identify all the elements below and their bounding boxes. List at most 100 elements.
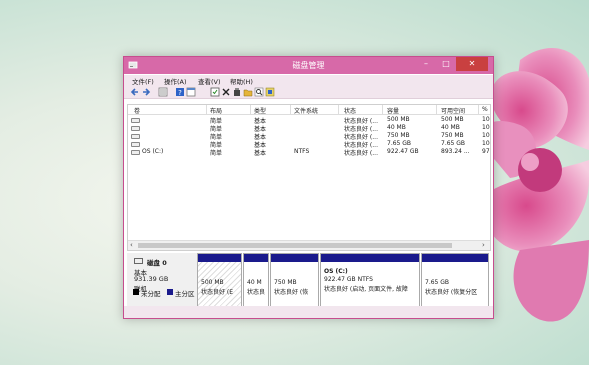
cell-free-space: 40 MB — [441, 124, 460, 131]
column-separator[interactable] — [436, 105, 437, 114]
cell-capacity: 40 MB — [387, 124, 406, 131]
table-row[interactable]: OS (C:) 简单 基本 NTFS 状态良好 (... 922.47 GB 8… — [128, 148, 490, 157]
legend-label-primary: 主分区 — [175, 290, 195, 298]
cell-status: 状态良好 (... — [344, 150, 378, 157]
cell-layout: 简单 — [210, 150, 223, 157]
column-separator[interactable] — [290, 105, 291, 114]
forward-icon[interactable] — [141, 87, 151, 97]
partition-bar — [422, 254, 488, 262]
hard-disk-icon — [134, 258, 143, 264]
column-header-capacity[interactable]: 容量 — [387, 106, 399, 115]
partition-5[interactable]: 7.65 GB 状态良好 (恢复分区 — [421, 253, 489, 313]
partition-size: 500 MB — [201, 279, 224, 286]
volume-icon — [131, 150, 140, 155]
table-row[interactable]: 简单 基本 状态良好 (... 750 MB 750 MB 10 — [128, 132, 490, 141]
new-volume-icon[interactable] — [232, 87, 242, 97]
cell-free-space: 893.24 ... — [441, 148, 470, 155]
help-icon[interactable]: ? — [175, 87, 185, 97]
table-row[interactable]: 简单 基本 状态良好 (... 500 MB 500 MB 10 — [128, 116, 490, 125]
menu-view[interactable]: 查看(V) — [198, 76, 221, 86]
partition-bar — [244, 254, 268, 262]
column-separator[interactable] — [478, 105, 479, 114]
cell-capacity: 750 MB — [387, 132, 410, 139]
back-icon[interactable] — [130, 87, 140, 97]
menu-file[interactable]: 文件(F) — [132, 76, 154, 86]
cell-capacity: 7.65 GB — [387, 140, 412, 147]
volume-icon — [131, 142, 140, 147]
menu-action[interactable]: 操作(A) — [164, 76, 187, 86]
column-header-layout[interactable]: 布局 — [210, 106, 222, 115]
column-header-free-space[interactable]: 可用空间 — [441, 106, 465, 115]
minimize-button[interactable]: – — [416, 57, 436, 71]
open-icon[interactable] — [243, 87, 253, 97]
partition-bar — [321, 254, 419, 262]
partition-size: 7.65 GB — [425, 279, 450, 286]
toolbar: ? — [124, 86, 493, 99]
menu-help[interactable]: 帮助(H) — [230, 76, 253, 86]
partition-size: 750 MB — [274, 279, 297, 286]
cell-capacity: 922.47 GB — [387, 148, 419, 155]
cell-percent: 10 — [482, 124, 490, 131]
title-bar[interactable]: 磁盘管理 – □ ✕ — [124, 57, 493, 74]
cell-percent: 10 — [482, 116, 490, 123]
console-icon[interactable] — [186, 87, 196, 97]
column-header-status[interactable]: 状态 — [344, 106, 356, 115]
cell-volume: OS (C:) — [142, 148, 164, 155]
partition-size: 922.47 GB NTFS — [324, 276, 373, 283]
partition-size: 40 M — [247, 279, 262, 286]
legend: 未分配 主分区 — [127, 287, 489, 298]
search-icon[interactable] — [254, 87, 264, 97]
horizontal-scrollbar[interactable]: ‹ › — [128, 240, 490, 250]
volume-icon — [131, 118, 140, 123]
maximize-button[interactable]: □ — [436, 57, 456, 71]
cell-free-space: 7.65 GB — [441, 140, 466, 147]
status-bar — [124, 306, 493, 318]
column-header-volume[interactable]: 卷 — [134, 106, 140, 115]
volume-icon — [131, 134, 140, 139]
volume-icon — [131, 126, 140, 131]
svg-text:?: ? — [178, 89, 182, 97]
cell-percent: 10 — [482, 132, 490, 139]
column-separator[interactable] — [382, 105, 383, 114]
column-separator[interactable] — [206, 105, 207, 114]
partition-os-c[interactable]: OS (C:) 922.47 GB NTFS 状态良好 (启动, 页面文件, 故… — [320, 253, 420, 313]
disk-0-info[interactable]: 磁盘 0 基本 931.39 GB 联机 — [127, 253, 198, 313]
scroll-left-arrow[interactable]: ‹ — [130, 241, 133, 249]
partition-bar — [271, 254, 318, 262]
scroll-right-arrow[interactable]: › — [482, 241, 485, 249]
partition-2[interactable]: 40 M 状态良 — [243, 253, 269, 313]
delete-icon[interactable] — [221, 87, 231, 97]
disk-graphical-view: 磁盘 0 基本 931.39 GB 联机 500 MB 状态良好 (E 40 M… — [127, 253, 489, 313]
column-separator[interactable] — [250, 105, 251, 114]
table-row[interactable]: 简单 基本 状态良好 (... 7.65 GB 7.65 GB 10 — [128, 140, 490, 149]
menu-bar: 文件(F) 操作(A) 查看(V) 帮助(H) — [124, 75, 493, 86]
partition-1[interactable]: 500 MB 状态良好 (E — [197, 253, 242, 313]
cell-percent: 97 — [482, 148, 490, 155]
cell-percent: 10 — [482, 140, 490, 147]
column-header-type[interactable]: 类型 — [254, 106, 266, 115]
column-separator[interactable] — [338, 105, 339, 114]
table-header: 卷 布局 类型 文件系统 状态 容量 可用空间 % — [128, 105, 490, 115]
column-header-filesystem[interactable]: 文件系统 — [294, 106, 318, 115]
partition-title: OS (C:) — [324, 268, 348, 275]
cell-filesystem: NTFS — [294, 148, 310, 155]
partition-bar — [198, 254, 241, 262]
scroll-thumb[interactable] — [138, 243, 452, 248]
properties-icon[interactable] — [210, 87, 220, 97]
column-header-percent[interactable]: % — [482, 106, 488, 113]
volume-list: 卷 布局 类型 文件系统 状态 容量 可用空间 % 简单 基本 状态良好 (..… — [127, 104, 491, 251]
refresh-icon[interactable] — [265, 87, 275, 97]
legend-swatch-primary — [167, 289, 173, 295]
cell-capacity: 500 MB — [387, 116, 410, 123]
cell-free-space: 500 MB — [441, 116, 464, 123]
list-view-icon[interactable] — [158, 87, 168, 97]
cell-free-space: 750 MB — [441, 132, 464, 139]
cell-type: 基本 — [254, 150, 267, 157]
disk-size: 931.39 GB — [134, 275, 169, 283]
disk-name: 磁盘 0 — [147, 259, 167, 267]
partition-3[interactable]: 750 MB 状态良好 (恢 — [270, 253, 319, 313]
legend-swatch-unallocated — [133, 289, 139, 295]
table-row[interactable]: 简单 基本 状态良好 (... 40 MB 40 MB 10 — [128, 124, 490, 133]
close-button[interactable]: ✕ — [456, 57, 488, 71]
disk-management-window: 磁盘管理 – □ ✕ 文件(F) 操作(A) 查看(V) 帮助(H) ? 卷 布… — [123, 56, 494, 319]
